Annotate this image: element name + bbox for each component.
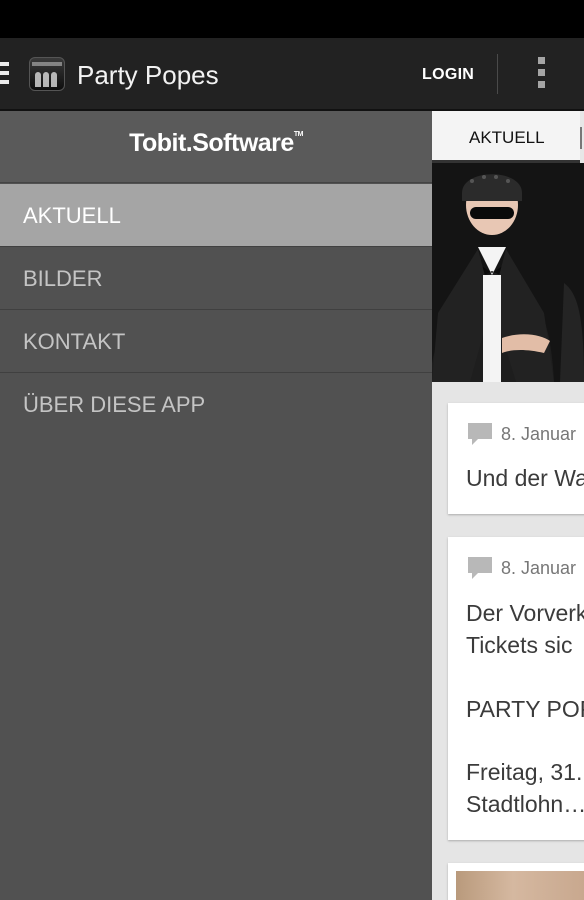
news-card[interactable]: 8. Januar Und der Wa — [448, 403, 584, 514]
news-card[interactable]: 8. Januar Der Vorverk Tickets sic PARTY … — [448, 537, 584, 840]
photo-card[interactable] — [448, 863, 584, 900]
hero-image[interactable] — [432, 163, 584, 382]
card-text-line: Tickets sic — [466, 632, 573, 658]
card-date: 8. Januar — [501, 423, 577, 444]
card-text-line: Stadtlohn… — [466, 791, 584, 817]
card-text-line: Der Vorverk — [466, 600, 584, 626]
action-bar: Party Popes LOGIN — [0, 38, 584, 111]
drawer-item-label: BILDER — [23, 266, 103, 291]
navigation-drawer: Tobit.SoftwareTM AKTUELL BILDER KONTAKT … — [0, 111, 432, 900]
drawer-item-bilder[interactable]: BILDER — [0, 247, 432, 310]
status-bar — [0, 0, 584, 38]
card-text-line: Freitag, 31. — [466, 759, 583, 785]
content-pane: AKTUELL 8. Januar Und der Wa 8. Januar D… — [432, 111, 584, 900]
card-date: 8. Januar — [501, 557, 577, 578]
app-logo-icon[interactable] — [29, 57, 65, 91]
drawer-item-label: AKTUELL — [23, 203, 121, 228]
card-meta: 8. Januar — [468, 557, 576, 581]
comment-icon — [468, 423, 492, 445]
card-text: Und der Wa — [466, 465, 584, 491]
overflow-menu-icon[interactable] — [533, 57, 549, 91]
app-title: Party Popes — [77, 60, 219, 90]
action-bar-divider — [497, 54, 498, 94]
drawer-item-ueber-diese-app[interactable]: ÜBER DIESE APP — [0, 373, 432, 436]
card-text-line: PARTY POP — [466, 696, 584, 722]
tab-label: AKTUELL — [469, 128, 545, 147]
drawer-item-kontakt[interactable]: KONTAKT — [0, 310, 432, 373]
photo-card-image — [456, 871, 584, 900]
drawer-header: Tobit.SoftwareTM — [0, 111, 432, 183]
card-meta: 8. Januar — [468, 423, 576, 447]
tobit-software-logo: Tobit.SoftwareTM — [129, 129, 303, 157]
comment-icon — [468, 557, 492, 579]
tab-separator — [580, 127, 582, 149]
tab-aktuell[interactable]: AKTUELL — [432, 111, 580, 163]
tab-strip: AKTUELL — [432, 111, 584, 163]
drawer-item-label: ÜBER DIESE APP — [23, 392, 206, 417]
drawer-toggle-icon[interactable] — [0, 62, 9, 88]
login-button[interactable]: LOGIN — [422, 58, 474, 92]
drawer-item-aktuell[interactable]: AKTUELL — [0, 184, 432, 247]
drawer-item-label: KONTAKT — [23, 329, 126, 354]
